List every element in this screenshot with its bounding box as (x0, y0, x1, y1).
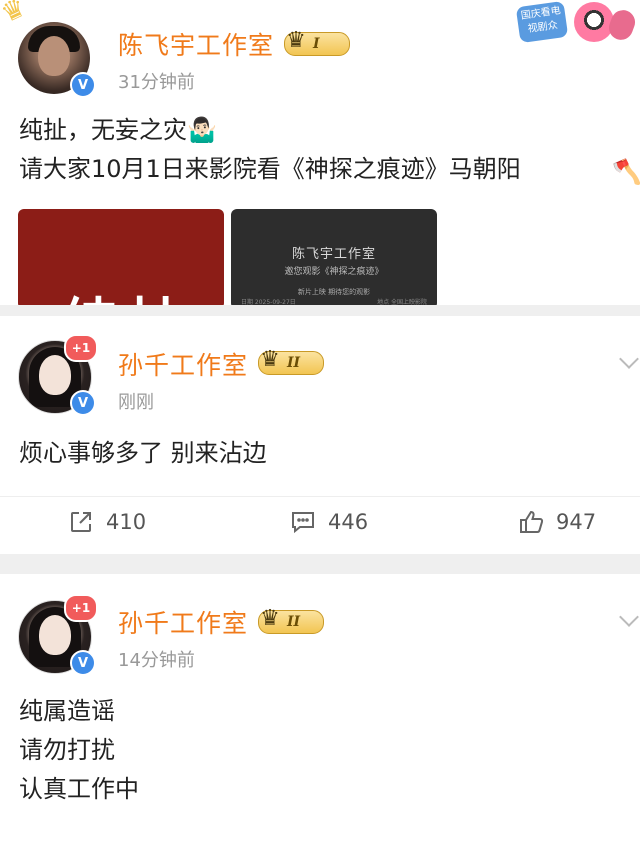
post-image-1[interactable]: 纯扯 (18, 209, 224, 305)
post-text-line: 烦心事够多了 别来沾边 (19, 439, 267, 467)
vip-level: II (287, 614, 301, 630)
post-text-line: 认真工作中 (19, 775, 139, 803)
post-text: 烦心事够多了 别来沾边 (19, 434, 267, 473)
image-2-footer-left: 日期 2025-09-27日 (241, 299, 296, 305)
avatar[interactable]: +1 V (18, 334, 98, 416)
post-text-line: 纯属造谣 (19, 697, 115, 725)
post-text-line: 纯扯，无妄之灾🤷🏻‍♂️ (19, 116, 217, 144)
post-card-sun-1: +1 V 孙千工作室 ♛ II 刚刚 烦心事够多了 别来沾边 410 446 9… (0, 316, 640, 554)
crown-icon: ♛ (286, 28, 306, 53)
axe-emoji-icon: 🪓 (612, 158, 640, 186)
stamp-label: 国庆看电视剧众 (515, 0, 569, 44)
author-name[interactable]: 孙千工作室 (118, 346, 248, 382)
avatar[interactable]: +1 V (18, 594, 98, 676)
national-day-stamp: 国庆看电视剧众 (514, 0, 639, 46)
chevron-down-icon[interactable] (619, 349, 639, 369)
chevron-down-icon[interactable] (619, 607, 639, 627)
verified-v-icon: V (70, 390, 96, 416)
post-text-line: 请勿打扰 (19, 736, 115, 764)
post-time: 14分钟前 (118, 650, 195, 671)
like-count: 947 (556, 510, 597, 534)
vip-badge[interactable]: ♛ II (258, 347, 324, 375)
image-2-title: 陈飞宇工作室 (291, 247, 376, 262)
author-name[interactable]: 孙千工作室 (118, 604, 248, 640)
post-card-chen: ♛ V 陈飞宇工作室 ♛ I 31分钟前 国庆看电视剧众 纯扯，无妄之灾🤷🏻‍♂… (0, 0, 640, 305)
post-card-sun-2: +1 V 孙千工作室 ♛ II 14分钟前 纯属造谣 请勿打扰 认真工作中 (0, 574, 640, 853)
post-text: 纯属造谣 请勿打扰 认真工作中 (19, 692, 139, 809)
post-time: 31分钟前 (118, 72, 195, 93)
post-text-line: 请大家10月1日来影院看《神探之痕迹》马朝阳 (19, 155, 521, 183)
post-text: 纯扯，无妄之灾🤷🏻‍♂️ 请大家10月1日来影院看《神探之痕迹》马朝阳 (19, 111, 521, 189)
vip-badge[interactable]: ♛ II (258, 606, 324, 634)
mascot-icon (574, 2, 614, 42)
vip-level: I (313, 36, 320, 52)
image-2-subtitle: 邀您观影《神探之痕迹》 (284, 267, 384, 277)
plus-one-badge: +1 (64, 334, 98, 362)
like-button[interactable]: 947 (518, 507, 596, 537)
image-2-line3: 新片上映 期待您的观影 (297, 288, 371, 296)
comment-count: 446 (328, 510, 369, 534)
plus-one-badge: +1 (64, 594, 98, 622)
vip-badge[interactable]: ♛ I (284, 28, 350, 56)
verified-v-icon: V (70, 650, 96, 676)
share-icon (68, 509, 94, 535)
verified-v-icon: V (70, 72, 96, 98)
thumbs-up-icon (518, 509, 544, 535)
action-bar: 410 446 947 (0, 496, 640, 545)
crown-icon: ♛ (260, 606, 280, 631)
image-2-footer-right: 地点 全国上映影院 (377, 299, 427, 305)
post-time: 刚刚 (118, 392, 154, 413)
vip-level: II (287, 355, 301, 371)
image-1-text: 纯扯 (62, 279, 194, 305)
author-name[interactable]: 陈飞宇工作室 (118, 26, 274, 62)
comment-button[interactable]: 446 (290, 507, 368, 537)
share-button[interactable]: 410 (68, 507, 146, 537)
comment-icon (290, 509, 316, 535)
share-count: 410 (106, 510, 147, 534)
avatar[interactable]: V (18, 22, 96, 98)
post-image-2[interactable]: 陈飞宇工作室 邀您观影《神探之痕迹》 新片上映 期待您的观影 日期 2025-0… (231, 209, 437, 305)
crown-icon: ♛ (260, 347, 280, 372)
